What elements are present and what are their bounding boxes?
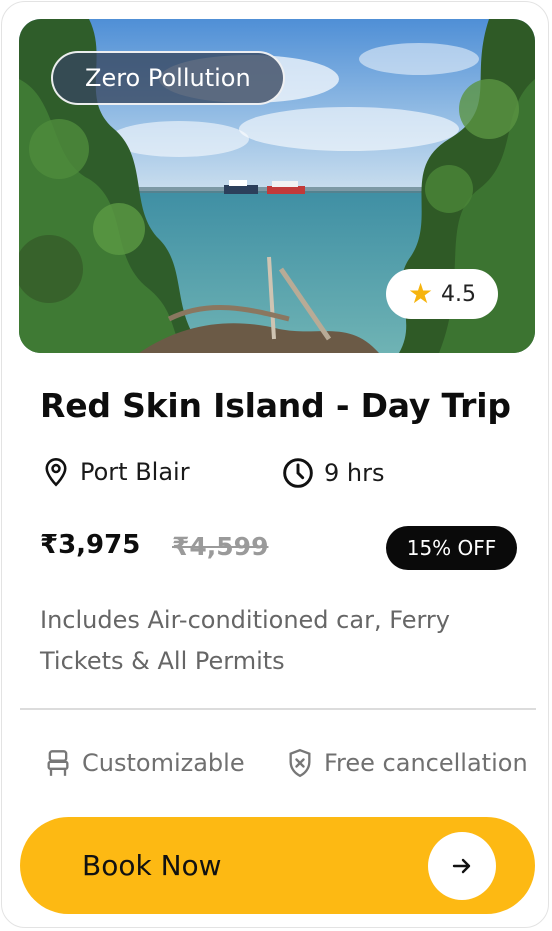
trip-image: Zero Pollution ★ 4.5 — [19, 19, 535, 353]
divider — [20, 708, 536, 710]
book-now-button[interactable]: Book Now — [20, 817, 535, 914]
feature-label: Customizable — [82, 749, 245, 777]
original-price: ₹4,599 — [172, 532, 269, 561]
shield-x-icon — [289, 748, 311, 778]
zero-pollution-badge: Zero Pollution — [51, 51, 285, 105]
feature-label: Free cancellation — [324, 749, 528, 777]
trip-title: Red Skin Island - Day Trip — [40, 386, 511, 425]
duration-text: 9 hrs — [324, 459, 385, 487]
location-pin-icon — [45, 458, 67, 487]
discount-badge: 15% OFF — [386, 526, 517, 570]
feature-free-cancellation: Free cancellation — [286, 747, 528, 779]
rating-value: 4.5 — [441, 281, 477, 307]
clock-icon — [283, 458, 313, 488]
trip-description: Includes Air-conditioned car, Ferry Tick… — [40, 606, 450, 675]
arrow-right-icon[interactable] — [428, 832, 496, 900]
trip-duration: 9 hrs — [282, 457, 384, 489]
rating-badge: ★ 4.5 — [386, 269, 498, 319]
trip-card[interactable]: Zero Pollution ★ 4.5 Red Skin Island - D… — [1, 1, 549, 928]
current-price: ₹3,975 — [40, 530, 141, 560]
star-icon: ★ — [407, 277, 434, 310]
trip-location: Port Blair — [42, 457, 190, 487]
feature-customizable: Customizable — [44, 747, 245, 779]
seat-icon — [47, 750, 69, 776]
location-text: Port Blair — [80, 458, 190, 486]
book-now-label: Book Now — [82, 849, 222, 882]
